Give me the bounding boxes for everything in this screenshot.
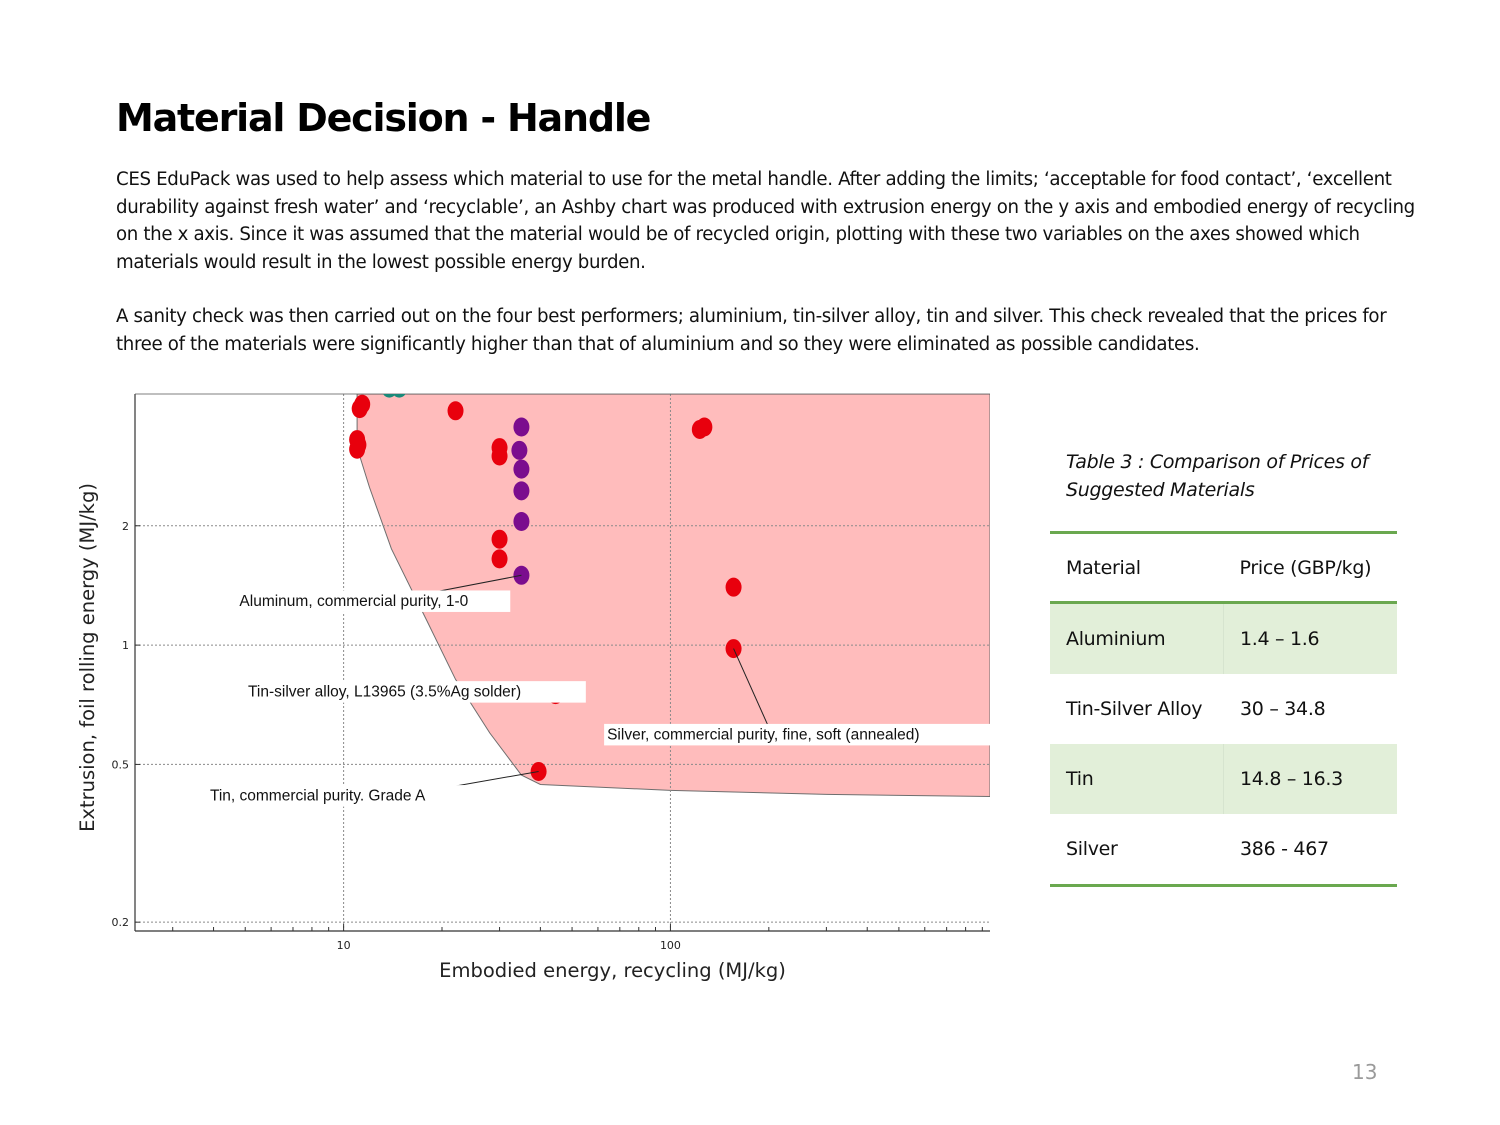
price-cell: 14.8 – 16.3 [1223, 744, 1397, 814]
data-point [511, 440, 528, 460]
data-point [447, 401, 464, 421]
column-header-material: Material [1050, 532, 1224, 604]
intro-paragraph: CES EduPack was used to help assess whic… [116, 169, 1415, 273]
x-tick-label: 10 [337, 939, 351, 952]
data-point [513, 417, 530, 437]
annotation-label: Tin, commercial purity. Grade A [210, 788, 426, 805]
annotation-label: Tin-silver alloy, L13965 (3.5%Ag solder) [248, 684, 521, 701]
data-point [513, 565, 530, 585]
page-number: 13 [1352, 1060, 1378, 1084]
table-row: Tin 14.8 – 16.3 [1050, 744, 1397, 814]
price-comparison-table: Material Price (GBP/kg) Aluminium 1.4 – … [1050, 531, 1397, 887]
material-cell: Aluminium [1050, 602, 1224, 674]
data-point [513, 459, 530, 479]
table-header-row: Material Price (GBP/kg) [1050, 532, 1397, 604]
table-row: Tin-Silver Alloy 30 – 34.8 [1050, 674, 1397, 744]
data-point [354, 394, 371, 414]
y-tick-label: 0.5 [112, 758, 130, 771]
y-axis-title: Extrusion, foil rolling energy (MJ/kg) [76, 483, 99, 832]
table-row: Silver 386 - 467 [1050, 814, 1397, 886]
ashby-chart: 10 100 0.2 0.5 1 2 Embodied energy, recycling … [70, 388, 1000, 988]
column-header-price: Price (GBP/kg) [1223, 532, 1397, 604]
y-tick-label: 0.2 [112, 916, 130, 929]
annotation-label: Aluminum, commercial purity, 1-0 [239, 593, 468, 610]
material-cell: Tin-Silver Alloy [1066, 698, 1203, 720]
data-point [491, 446, 508, 466]
material-cell: Silver [1066, 838, 1118, 860]
data-point [725, 577, 742, 597]
data-point [696, 417, 713, 437]
y-tick-label: 1 [122, 639, 129, 652]
sanity-check-paragraph: A sanity check was then carried out on t… [116, 306, 1387, 355]
x-tick-label: 100 [660, 939, 681, 952]
price-cell: 30 – 34.8 [1240, 698, 1326, 720]
annotation-label: Silver, commercial purity, fine, soft (a… [607, 726, 919, 743]
data-point [513, 481, 530, 501]
data-point [491, 529, 508, 549]
data-point [530, 761, 547, 781]
material-cell: Tin [1050, 744, 1224, 814]
price-cell: 386 - 467 [1240, 838, 1329, 860]
ashby-chart-svg: 10 100 0.2 0.5 1 2 Embodied energy, recycling … [76, 393, 1000, 982]
data-point [491, 549, 508, 569]
table-row: Aluminium 1.4 – 1.6 [1050, 602, 1397, 674]
data-point [350, 435, 367, 455]
table-caption: Table 3 : Comparison of Prices of Sugges… [1066, 451, 1369, 501]
x-axis-title: Embodied energy, recycling (MJ/kg) [439, 959, 786, 982]
data-point [513, 512, 530, 532]
x-minor-ticks [172, 924, 983, 931]
y-tick-label: 2 [122, 520, 129, 533]
slide-title: Material Decision - Handle [116, 96, 651, 140]
price-cell: 1.4 – 1.6 [1223, 602, 1397, 674]
